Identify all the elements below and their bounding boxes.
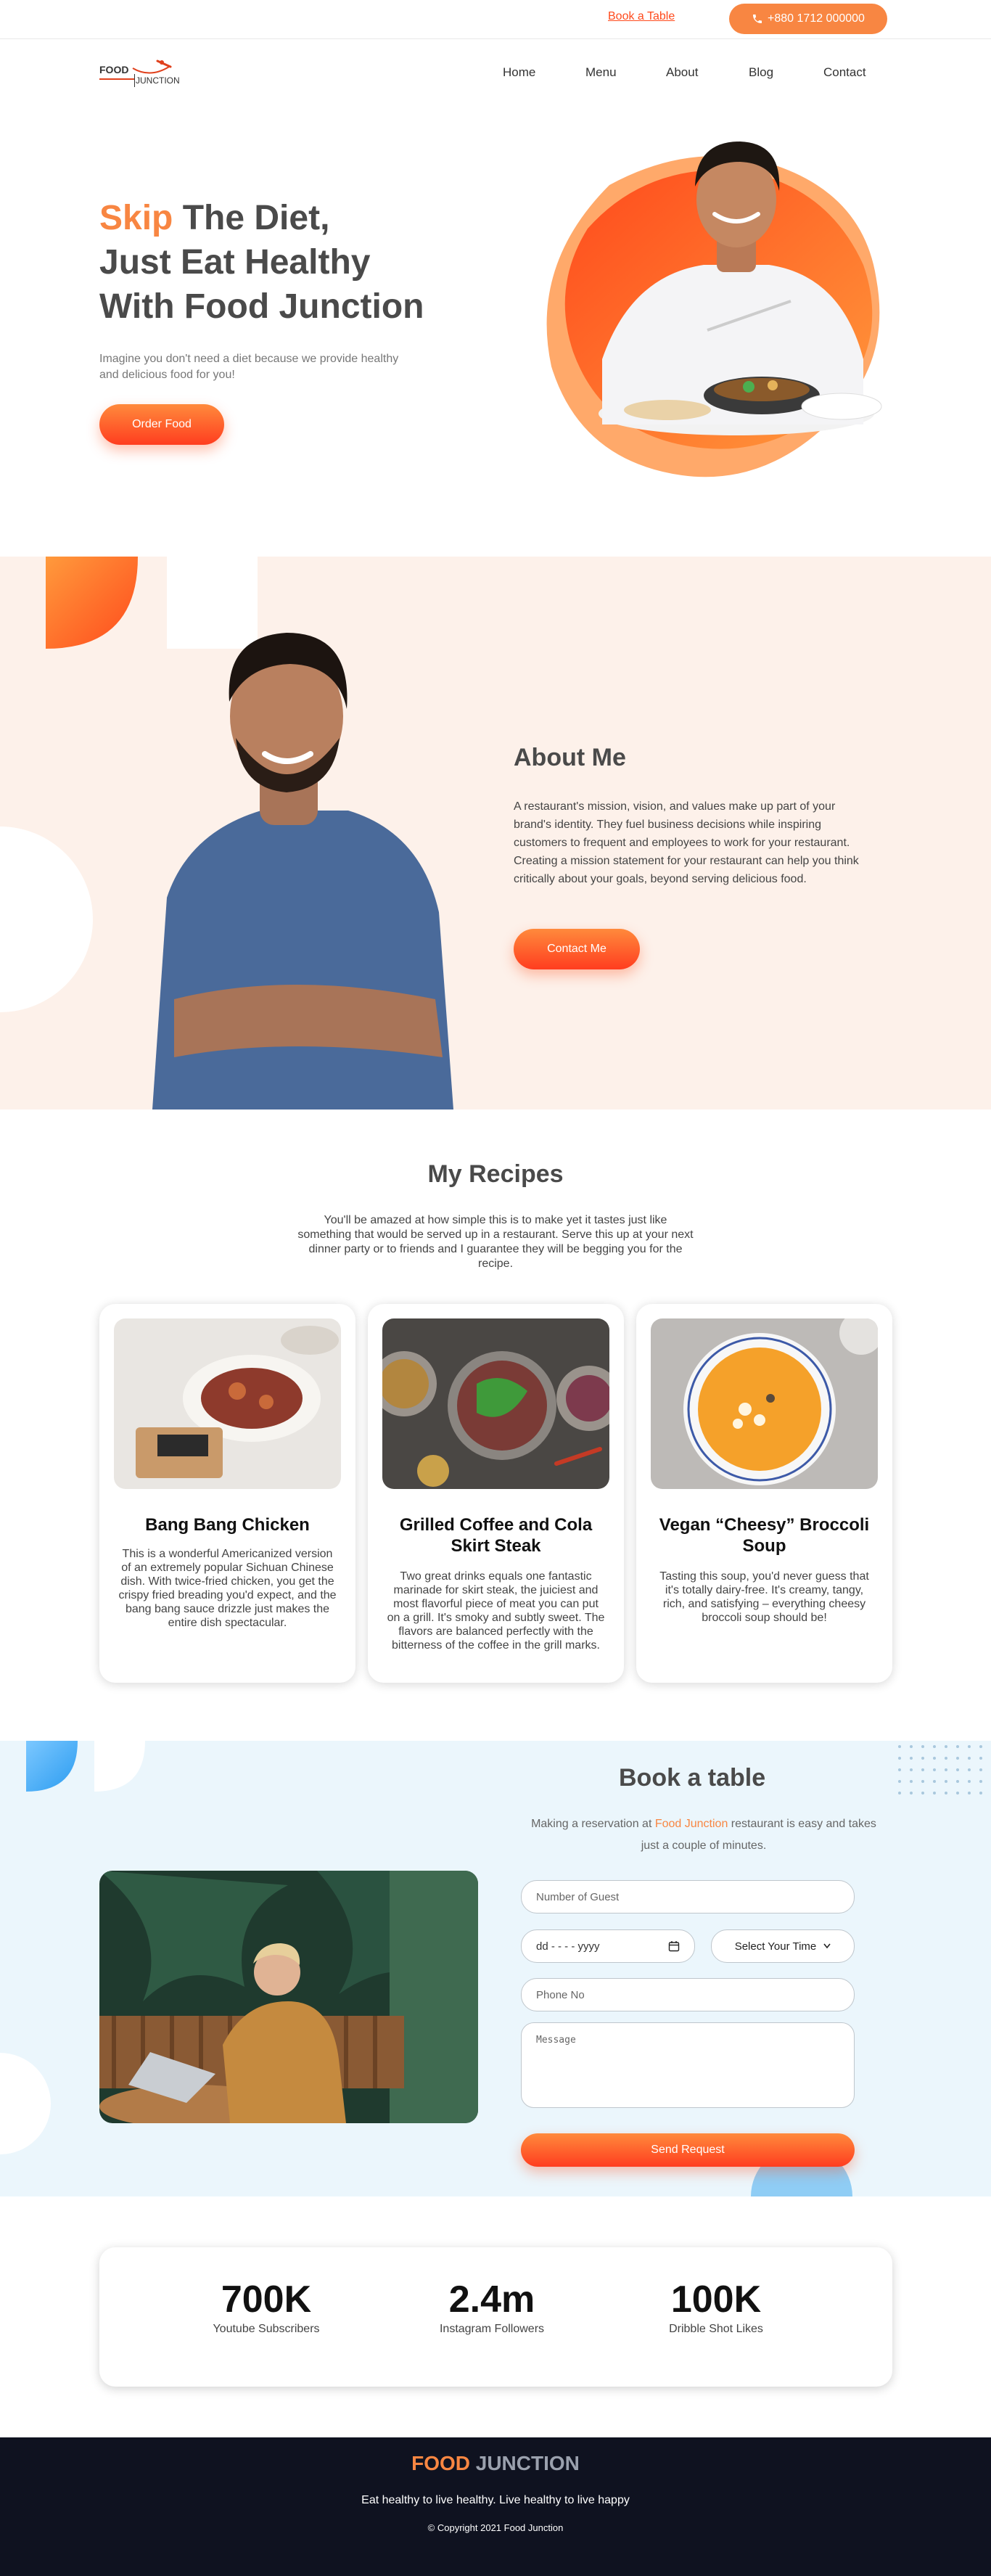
recipe-image-skirt-steak xyxy=(382,1318,609,1489)
stat-value: 2.4m xyxy=(448,2278,535,2321)
guest-count-input[interactable]: Number of Guest xyxy=(521,1880,855,1913)
recipe-image-bang-bang-chicken xyxy=(114,1318,341,1489)
stat-label: Youtube Subscribers xyxy=(213,2323,320,2335)
hero-title-line3: With Food Junction xyxy=(99,287,424,326)
footer-brand-food: FOOD xyxy=(411,2452,470,2474)
phone-icon xyxy=(753,15,762,23)
booking-intro-highlight: Food Junction xyxy=(654,1818,728,1830)
stat-value: 100K xyxy=(670,2278,762,2321)
booking-intro-before: Making a reservation at xyxy=(531,1818,655,1830)
stat-youtube: 700K Youtube Subscribers xyxy=(157,2278,375,2336)
booking-intro: Making a reservation at Food Junction re… xyxy=(522,1813,885,1857)
recipe-description: This is a wonderful Americanized version… xyxy=(118,1548,337,1629)
recipe-title: Bang Bang Chicken xyxy=(145,1515,310,1535)
phone-input[interactable]: Phone No xyxy=(521,1978,855,2011)
nav-contact[interactable]: Contact xyxy=(823,65,866,80)
recipes-intro: You'll be amazed at how simple this is t… xyxy=(297,1214,694,1270)
footer-brand: FOOD JUNCTION xyxy=(0,2452,991,2475)
book-table-link[interactable]: Book a Table xyxy=(608,10,675,23)
nav-menu[interactable]: Menu xyxy=(585,65,617,80)
about-section: About Me A restaurant's mission, vision,… xyxy=(0,557,991,1109)
logo-word-food: FOOD xyxy=(99,64,129,75)
nav-about[interactable]: About xyxy=(666,65,698,80)
footer-brand-junction: JUNCTION xyxy=(469,2452,580,2474)
stats-panel: 700K Youtube Subscribers 2.4m Instagram … xyxy=(99,2247,892,2387)
nav-home[interactable]: Home xyxy=(503,65,535,80)
about-person-image xyxy=(152,633,453,1109)
stat-label: Instagram Followers xyxy=(439,2323,545,2335)
contact-me-button[interactable]: Contact Me xyxy=(514,929,640,969)
recipe-card[interactable]: Bang Bang Chicken This is a wonderful Am… xyxy=(99,1304,355,1683)
hero-title-line1: The Diet, xyxy=(173,199,330,237)
stat-value: 700K xyxy=(221,2278,312,2321)
hero-title: Skip The Diet, Just Eat Healthy With Foo… xyxy=(99,196,549,329)
phone-button[interactable]: +880 1712 000000 xyxy=(729,4,887,34)
hero-subtitle: Imagine you don't need a diet because we… xyxy=(99,353,399,381)
logo-word-junction: JUNCTION xyxy=(136,75,180,86)
recipe-card[interactable]: Vegan “Cheesy” Broccoli Soup Tasting thi… xyxy=(636,1304,892,1683)
hero-chef-image xyxy=(546,141,882,477)
footer-tagline: Eat healthy to live healthy. Live health… xyxy=(361,2494,630,2506)
recipe-card[interactable]: Grilled Coffee and Cola Skirt Steak Two … xyxy=(368,1304,624,1683)
top-bar: Book a Table +880 1712 000000 xyxy=(0,0,991,39)
footer: FOOD JUNCTION Eat healthy to live health… xyxy=(0,2437,991,2576)
stat-label: Dribble Shot Likes xyxy=(669,2323,763,2335)
send-request-button[interactable]: Send Request xyxy=(521,2133,855,2167)
recipe-description: Two great drinks equals one fantastic ma… xyxy=(387,1570,605,1652)
nav-blog[interactable]: Blog xyxy=(749,65,773,80)
booking-section: Book a table Making a reservation at Foo… xyxy=(0,1741,991,2196)
booking-heading: Book a table xyxy=(619,1764,766,1792)
date-placeholder: dd - - - - yyyy xyxy=(536,1940,600,1953)
logo-divider xyxy=(134,74,135,87)
page: Book a Table +880 1712 000000 FOOD JUNCT… xyxy=(0,0,991,2576)
order-food-button[interactable]: Order Food xyxy=(99,404,224,445)
about-body: A restaurant's mission, vision, and valu… xyxy=(514,800,859,885)
phone-number: +880 1712 000000 xyxy=(768,12,865,25)
recipe-description: Tasting this soup, you'd never guess tha… xyxy=(659,1570,869,1624)
recipe-title: Vegan “Cheesy” Broccoli Soup xyxy=(659,1515,870,1556)
logo[interactable]: FOOD JUNCTION xyxy=(99,58,186,90)
stat-instagram: 2.4m Instagram Followers xyxy=(383,2278,601,2336)
recipes-heading: My Recipes xyxy=(427,1160,564,1188)
date-input[interactable]: dd - - - - yyyy xyxy=(521,1929,695,1963)
about-heading: About Me xyxy=(514,744,626,771)
chevron-down-icon xyxy=(823,1943,831,1949)
booking-photo xyxy=(99,1871,478,2123)
hero-title-line2: Just Eat Healthy xyxy=(99,243,371,282)
calendar-icon[interactable] xyxy=(668,1940,680,1952)
time-select[interactable]: Select Your Time xyxy=(711,1929,855,1963)
logo-underline xyxy=(99,78,134,80)
logo-bowl-icon xyxy=(132,60,172,74)
recipe-image-broccoli-soup xyxy=(651,1318,878,1489)
message-textarea[interactable]: Message xyxy=(521,2022,855,2108)
time-select-value: Select Your Time xyxy=(734,1940,817,1953)
footer-copyright: © Copyright 2021 Food Junction xyxy=(427,2522,564,2533)
hero-title-accent: Skip xyxy=(99,199,173,237)
recipe-title: Grilled Coffee and Cola Skirt Steak xyxy=(399,1515,593,1556)
stat-dribbble: 100K Dribble Shot Likes xyxy=(607,2278,825,2336)
